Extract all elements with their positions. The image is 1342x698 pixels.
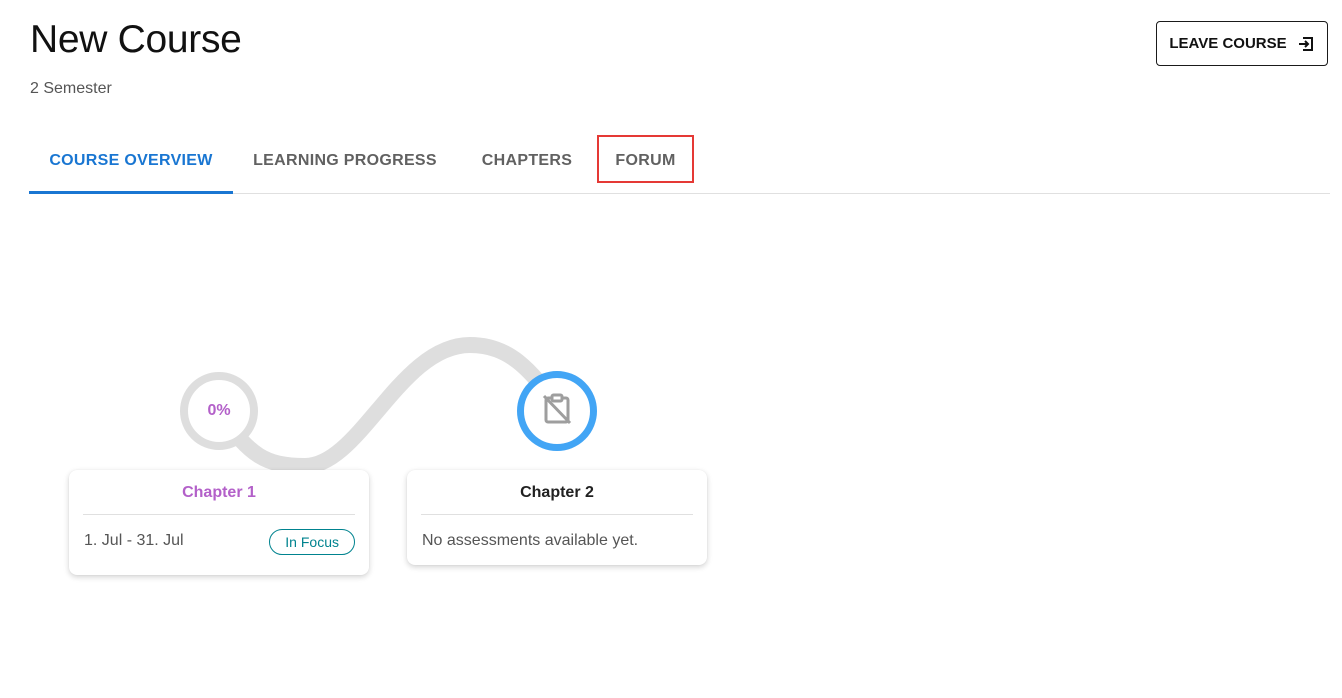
chapter-1-card[interactable]: Chapter 1 1. Jul - 31. Jul In Focus: [69, 470, 369, 575]
chapter-2-card[interactable]: Chapter 2 No assessments available yet.: [407, 470, 707, 565]
chapter-1-title: Chapter 1: [83, 484, 355, 515]
chapter-2-status-ring[interactable]: [517, 371, 597, 451]
course-page: New Course 2 Semester LEAVE COURSE COURS…: [0, 0, 1342, 698]
chapter-1-progress-ring[interactable]: 0%: [180, 372, 258, 450]
chapter-1-date-range: 1. Jul - 31. Jul: [84, 532, 184, 549]
in-focus-badge: In Focus: [269, 529, 355, 555]
no-assessment-clipboard-icon: [540, 392, 574, 431]
chapter-2-title: Chapter 2: [421, 484, 693, 515]
chapter-2-message: No assessments available yet.: [422, 532, 639, 549]
chapter-1-progress-label: 0%: [207, 402, 231, 419]
chapter-path: [214, 336, 565, 475]
